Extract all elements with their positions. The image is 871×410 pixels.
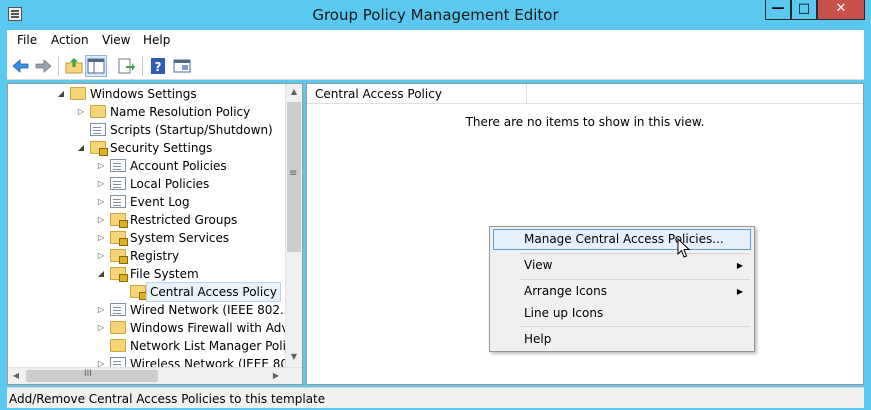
menu-item-view[interactable]: View ▶ [493, 255, 751, 276]
hscroll-grip-icon: III [84, 369, 92, 379]
expand-arrow-icon[interactable]: ▷ [96, 301, 106, 319]
menu-help[interactable]: Help [143, 33, 170, 47]
expand-arrow-icon[interactable]: ▷ [96, 175, 106, 193]
toolbar: ? [7, 52, 864, 80]
scroll-right-icon[interactable]: ▶ [268, 368, 284, 384]
vertical-scroll-thumb[interactable]: ≡ [287, 102, 301, 252]
empty-view-message: There are no items to show in this view. [465, 115, 705, 129]
submenu-arrow-icon: ▶ [736, 261, 743, 270]
policy-item-icon [110, 303, 126, 316]
tree-item-label: Windows Firewall with Advanc [130, 321, 303, 335]
back-arrow-icon[interactable] [11, 56, 31, 76]
tree-item-label: System Services [130, 231, 230, 245]
menu-separator [520, 253, 750, 254]
menu-item-label: Line up Icons [524, 306, 604, 320]
expand-arrow-icon[interactable]: ▷ [96, 247, 106, 265]
menu-action[interactable]: Action [51, 33, 89, 47]
tree-item-label: Network List Manager Policies [130, 339, 303, 353]
folder-icon [110, 321, 126, 334]
window-title: Group Policy Management Editor [312, 6, 559, 24]
status-bar: Add/Remove Central Access Policies to th… [7, 387, 864, 408]
menu-item-manage-central-access-policies[interactable]: Manage Central Access Policies... [493, 229, 751, 250]
tree-item-label: Restricted Groups [130, 213, 238, 227]
tree-item-label: Windows Settings [90, 87, 197, 101]
help-icon[interactable]: ? [148, 56, 168, 76]
expand-arrow-icon[interactable]: ▷ [96, 193, 106, 211]
horizontal-scroll-thumb[interactable]: III [26, 369, 158, 382]
close-button[interactable]: ✕ [817, 0, 865, 20]
menu-item-label: View [524, 258, 553, 272]
toolbar-separator [58, 56, 59, 76]
menu-item-label: Manage Central Access Policies... [524, 232, 724, 246]
expand-arrow-icon[interactable]: ▷ [96, 229, 106, 247]
folder-icon [70, 87, 86, 100]
collapse-arrow-icon[interactable]: ◢ [76, 139, 86, 157]
scroll-down-icon[interactable]: ▼ [286, 349, 302, 365]
tree-item-label: Wired Network (IEEE 802.3) Po [130, 303, 303, 317]
toolbar-separator [142, 56, 143, 76]
expand-arrow-icon[interactable]: ▷ [76, 103, 86, 121]
scroll-left-icon[interactable]: ◀ [8, 368, 24, 384]
scroll-grip-icon: ≡ [289, 168, 298, 179]
tree-item-label: Registry [130, 249, 180, 263]
maximize-button[interactable]: □ [791, 0, 817, 20]
folder-icon [90, 105, 106, 118]
policy-folder-icon [110, 213, 128, 228]
column-header-name[interactable]: Central Access Policy [307, 84, 527, 104]
policy-item-icon [90, 123, 106, 136]
menu-item-label: Help [524, 332, 552, 346]
expand-arrow-icon[interactable]: ▷ [96, 211, 106, 229]
tree-horizontal-scrollbar[interactable]: ◀ III ▶ [8, 367, 302, 384]
export-list-icon[interactable] [116, 56, 136, 76]
folder-icon [110, 339, 126, 352]
tree-item-label: Event Log [130, 195, 190, 209]
submenu-arrow-icon: ▶ [736, 287, 743, 296]
policy-folder-icon [110, 267, 128, 282]
title-bar: Group Policy Management Editor — □ ✕ [0, 0, 871, 30]
tree-item-label: Name Resolution Policy [110, 105, 251, 119]
policy-folder-icon [130, 285, 148, 300]
policy-item-icon [110, 195, 126, 208]
mouse-pointer-icon [677, 238, 691, 258]
tree-vertical-scrollbar[interactable]: ▲ ≡ ▼ [285, 84, 302, 367]
menu-item-help[interactable]: Help [493, 329, 751, 350]
policy-folder-icon [110, 249, 128, 264]
menu-item-label: Arrange Icons [524, 284, 607, 298]
menu-separator [520, 279, 750, 280]
status-text: Add/Remove Central Access Policies to th… [9, 392, 326, 406]
tree-item-label: File System [130, 267, 199, 281]
forward-arrow-icon[interactable] [33, 56, 53, 76]
menu-separator [520, 326, 750, 327]
context-menu: Manage Central Access Policies... View ▶ … [489, 226, 755, 352]
tree-item-label: Account Policies [130, 159, 227, 173]
collapse-arrow-icon[interactable]: ◢ [56, 85, 66, 103]
menu-item-line-up-icons[interactable]: Line up Icons [493, 303, 751, 324]
menu-file[interactable]: File [17, 33, 37, 47]
policy-folder-icon [90, 141, 108, 156]
column-header-empty [527, 84, 863, 104]
expand-arrow-icon[interactable]: ▷ [96, 157, 106, 175]
policy-folder-icon [110, 231, 128, 246]
up-folder-icon[interactable] [64, 56, 84, 76]
policy-item-icon [110, 177, 126, 190]
menu-view[interactable]: View [102, 33, 130, 47]
menu-item-arrange-icons[interactable]: Arrange Icons ▶ [493, 281, 751, 302]
show-hide-tree-icon[interactable] [85, 55, 107, 77]
tree-item-label: Scripts (Startup/Shutdown) [110, 123, 273, 137]
properties-icon[interactable] [172, 56, 192, 76]
tree-item-label: Central Access Policy [146, 282, 281, 302]
svg-text:?: ? [155, 60, 162, 74]
minimize-button[interactable]: — [765, 0, 791, 20]
scroll-up-icon[interactable]: ▲ [286, 84, 302, 100]
tree-item-label: Security Settings [110, 141, 213, 155]
expand-arrow-icon[interactable]: ▷ [96, 319, 106, 337]
collapse-arrow-icon[interactable]: ◢ [96, 265, 106, 283]
console-tree: ◢ Windows Settings ▷ Name Resolution Policy… [7, 83, 303, 385]
policy-item-icon [110, 159, 126, 172]
menu-bar: File Action View Help [7, 30, 864, 52]
tree-item-label: Local Policies [130, 177, 210, 191]
